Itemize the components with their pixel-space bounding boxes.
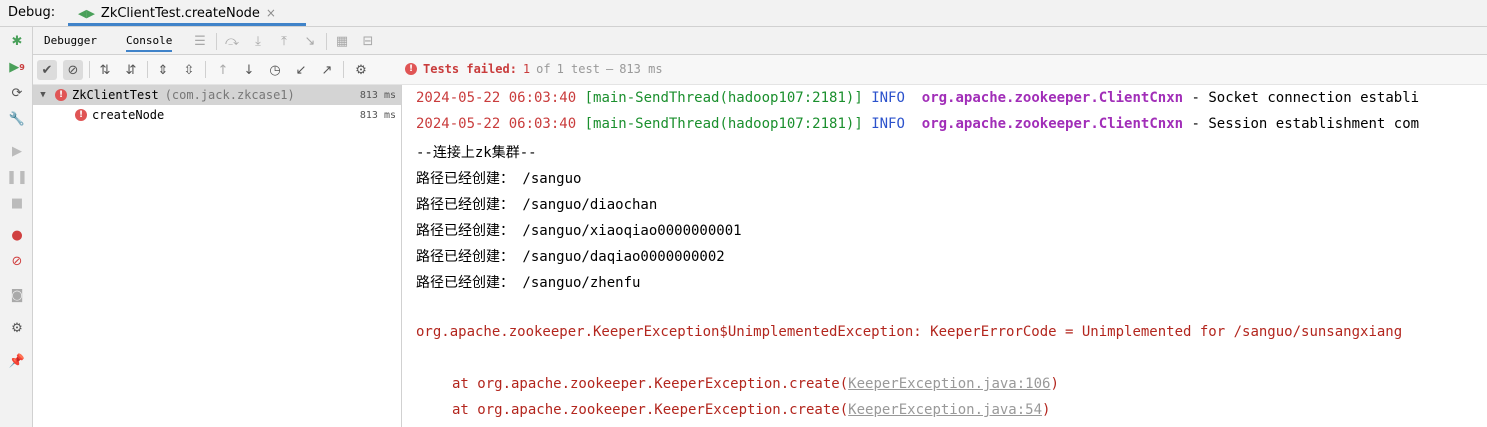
left-toolbar: ✱ ▶ 9 ⟳ 🔧 ▶ ❚❚ ■ ● ⊘ ◙ ⚙ 📌	[0, 27, 33, 427]
stack-trace-line: at org.apache.zookeeper.KeeperException.…	[452, 376, 1059, 392]
separator	[89, 61, 90, 78]
import-icon[interactable]: ↙	[291, 60, 311, 80]
step-into-icon[interactable]: ⤓	[249, 32, 267, 50]
dash: –	[605, 62, 614, 76]
test-method-name: createNode	[92, 108, 165, 122]
test-toolbar: ✔ ⊘ ⇅ ⇵ ⇕ ⇳ ↑ ↓ ◷ ↙ ↗ ⚙ ! Tests failed: …	[33, 55, 1487, 85]
camera-icon[interactable]: ◙	[8, 286, 26, 304]
layout-icon[interactable]: ⊟	[359, 32, 377, 50]
separator	[326, 33, 327, 50]
resume-icon[interactable]: ▶	[8, 142, 26, 160]
output-line: --连接上zk集群--	[416, 145, 537, 161]
next-failed-icon[interactable]: ↓	[239, 60, 259, 80]
separator	[216, 33, 217, 50]
subtabs-bar: Debugger Console ☰ ⤼ ⤓ ⤒ ↘ ▦ ⊟	[33, 27, 1487, 55]
tree-row-zkclienttest[interactable]: ▼ ! ZkClientTest (com.jack.zkcase1) 813 …	[33, 85, 401, 105]
source-link[interactable]: KeeperException.java:106	[848, 376, 1050, 392]
output-line: 路径已经创建： /sanguo/zhenfu	[416, 275, 641, 291]
output-line: 路径已经创建： /sanguo	[416, 171, 582, 187]
source-link[interactable]: KeeperException.java:54	[848, 402, 1042, 418]
output-line: 路径已经创建： /sanguo/diaochan	[416, 197, 658, 213]
step-out-icon[interactable]: ⤒	[275, 32, 293, 50]
output-line: 路径已经创建： /sanguo/xiaoqiao0000000001	[416, 223, 742, 239]
evaluate-icon[interactable]: ▦	[333, 32, 351, 50]
settings-icon[interactable]: ⚙	[8, 319, 26, 337]
pin-icon[interactable]: 📌	[8, 352, 26, 370]
separator	[205, 61, 206, 78]
error-icon: !	[405, 63, 417, 75]
stack-trace-line: at org.apache.zookeeper.KeeperException.…	[452, 402, 1051, 418]
reload-icon[interactable]: ⟳	[8, 84, 26, 102]
close-icon[interactable]: ×	[266, 6, 276, 20]
total-tests: 1 test	[556, 62, 600, 76]
failed-count-badge: 9	[19, 62, 25, 72]
of-label: of	[536, 62, 551, 76]
pause-icon[interactable]: ❚❚	[6, 168, 28, 186]
tests-failed-label: Tests failed:	[423, 62, 517, 76]
tab-console[interactable]: Console	[126, 34, 173, 52]
run-config-icon: ◀▶	[78, 6, 95, 20]
failed-count: 1	[522, 62, 531, 76]
sort-duration-icon[interactable]: ⇵	[121, 60, 141, 80]
test-method-time: 813 ms	[359, 109, 396, 121]
test-class-time: 813 ms	[359, 89, 396, 101]
test-tree: ▼ ! ZkClientTest (com.jack.zkcase1) 813 …	[33, 85, 402, 427]
tab-title: ZkClientTest.createNode	[100, 5, 260, 21]
run-to-cursor-icon[interactable]: ↘	[301, 32, 319, 50]
stop-icon[interactable]: ■	[8, 194, 26, 212]
test-class-name: ZkClientTest	[72, 88, 159, 102]
debug-label: Debug:	[8, 5, 56, 20]
history-icon[interactable]: ◷	[265, 60, 285, 80]
wrench-icon[interactable]: 🔧	[8, 110, 26, 128]
tree-row-createnode[interactable]: ! createNode 813 ms	[33, 105, 401, 125]
tab-debugger[interactable]: Debugger	[44, 34, 97, 47]
rerun-failed-icon[interactable]: ▶ 9	[8, 58, 26, 76]
log-line: 2024-05-22 06:03:40 [main-SendThread(had…	[416, 90, 1420, 106]
output-line: 路径已经创建： /sanguo/daqiao0000000002	[416, 249, 725, 265]
test-status: ! Tests failed: 1 of 1 test – 813 ms	[405, 62, 663, 76]
chevron-down-icon[interactable]: ▼	[37, 90, 49, 100]
tab-active-indicator	[68, 23, 306, 26]
separator	[147, 61, 148, 78]
rerun-debug-icon[interactable]: ✱	[8, 32, 26, 50]
show-passed-icon[interactable]: ✔	[37, 60, 57, 80]
console-output[interactable]: 2024-05-22 06:03:40 [main-SendThread(had…	[402, 85, 1487, 427]
separator	[343, 61, 344, 78]
log-line: 2024-05-22 06:03:40 [main-SendThread(had…	[416, 116, 1420, 132]
export-icon[interactable]: ↗	[317, 60, 337, 80]
exception-line: org.apache.zookeeper.KeeperException$Uni…	[416, 324, 1403, 340]
view-breakpoints-icon[interactable]: ●	[8, 226, 26, 244]
mute-breakpoints-icon[interactable]: ⊘	[8, 252, 26, 270]
error-icon: !	[55, 89, 67, 101]
show-ignored-icon[interactable]: ⊘	[63, 60, 83, 80]
error-icon: !	[75, 109, 87, 121]
test-class-package: (com.jack.zkcase1)	[164, 88, 295, 102]
sort-alpha-icon[interactable]: ⇅	[95, 60, 115, 80]
debug-tool-window-header: Debug: ◀▶ ZkClientTest.createNode ×	[0, 0, 1487, 27]
settings-icon[interactable]: ⚙	[351, 60, 371, 80]
expand-all-icon[interactable]: ⇕	[153, 60, 173, 80]
step-over-icon[interactable]: ⤼	[223, 32, 241, 50]
duration: 813 ms	[619, 62, 663, 76]
collapse-all-icon[interactable]: ⇳	[179, 60, 199, 80]
menu-icon[interactable]: ☰	[191, 32, 209, 50]
prev-failed-icon[interactable]: ↑	[213, 60, 233, 80]
